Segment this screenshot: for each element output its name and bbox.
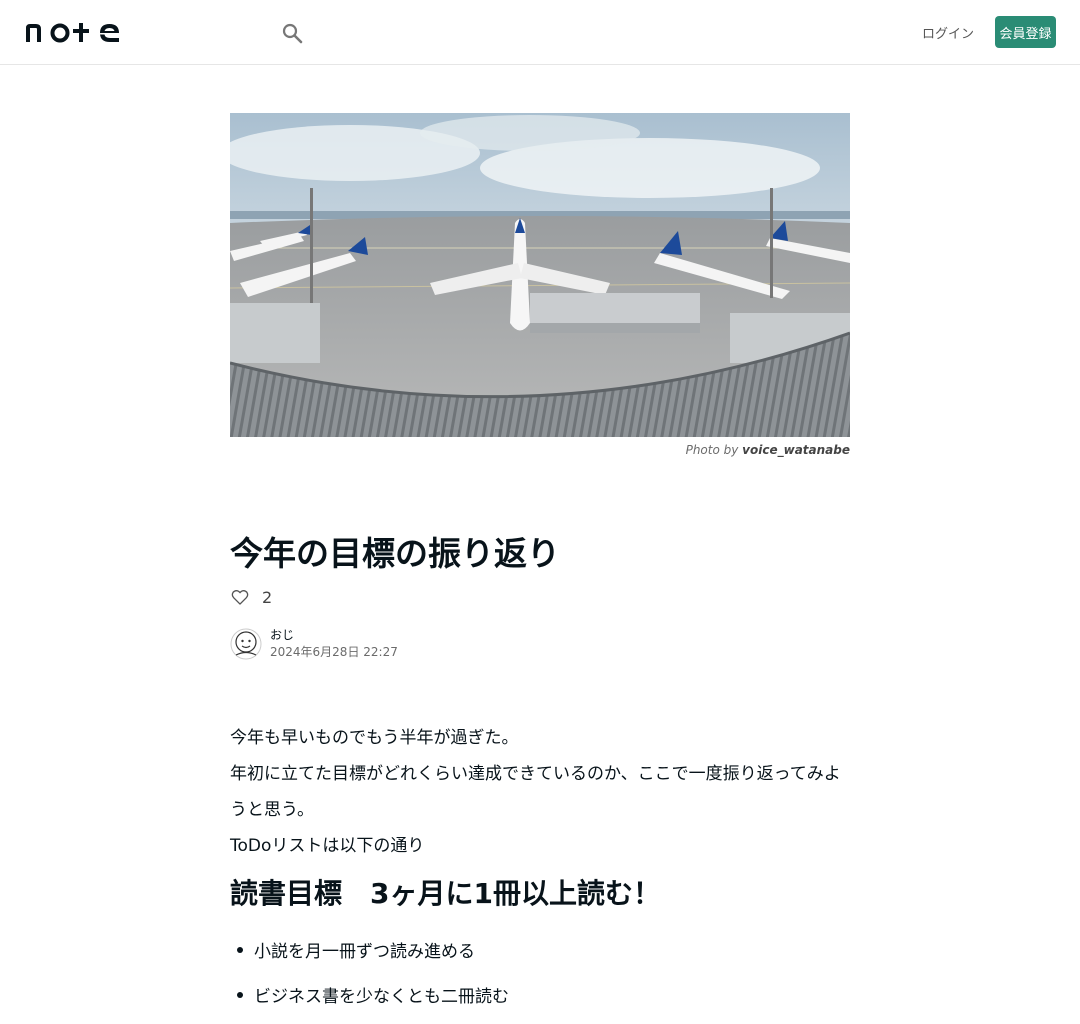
body-paragraph: ToDoリストは以下の通り bbox=[230, 836, 425, 856]
author-name[interactable]: おじ bbox=[270, 627, 398, 643]
avatar[interactable] bbox=[230, 628, 262, 660]
list-item: ビジネス書を少なくとも二冊読む bbox=[230, 975, 850, 1020]
post-date: 2024年6月28日 22:27 bbox=[270, 645, 398, 659]
article-title: 今年の目標の振り返り bbox=[230, 534, 560, 573]
heart-icon[interactable] bbox=[230, 587, 250, 607]
body-paragraph: 年初に立てた目標がどれくらい達成できているのか、ここで一度振り返ってみようと思う… bbox=[230, 764, 841, 820]
body-paragraph: 今年も早いものでもう半年が過ぎた。 bbox=[230, 728, 519, 748]
like-row: 2 bbox=[230, 586, 272, 608]
signup-button[interactable]: 会員登録 bbox=[995, 16, 1056, 48]
section-heading: 読書目標 3ヶ月に1冊以上読む！ bbox=[230, 877, 661, 910]
todo-list: 小説を月一冊ずつ読み進める ビジネス書を少なくとも二冊読む bbox=[230, 930, 850, 1020]
list-item: 小説を月一冊ずつ読み進める bbox=[230, 930, 850, 975]
photo-credit-prefix: Photo by bbox=[685, 443, 739, 457]
login-button[interactable]: ログイン bbox=[916, 16, 980, 48]
search-icon[interactable] bbox=[280, 21, 304, 45]
photo-credit-author[interactable]: voice_watanabe bbox=[742, 443, 850, 457]
site-header: ログイン 会員登録 bbox=[0, 0, 1080, 65]
article-body: 今年も早いものでもう半年が過ぎた。 年初に立てた目標がどれくらい達成できているの… bbox=[230, 720, 850, 864]
photo-credit: Photo by voice_watanabe bbox=[230, 443, 850, 457]
hero-image bbox=[230, 113, 850, 437]
like-count: 2 bbox=[262, 587, 273, 607]
author-meta: おじ 2024年6月28日 22:27 bbox=[270, 627, 398, 661]
note-logo[interactable] bbox=[24, 20, 124, 44]
author-info: おじ 2024年6月28日 22:27 bbox=[230, 627, 398, 661]
